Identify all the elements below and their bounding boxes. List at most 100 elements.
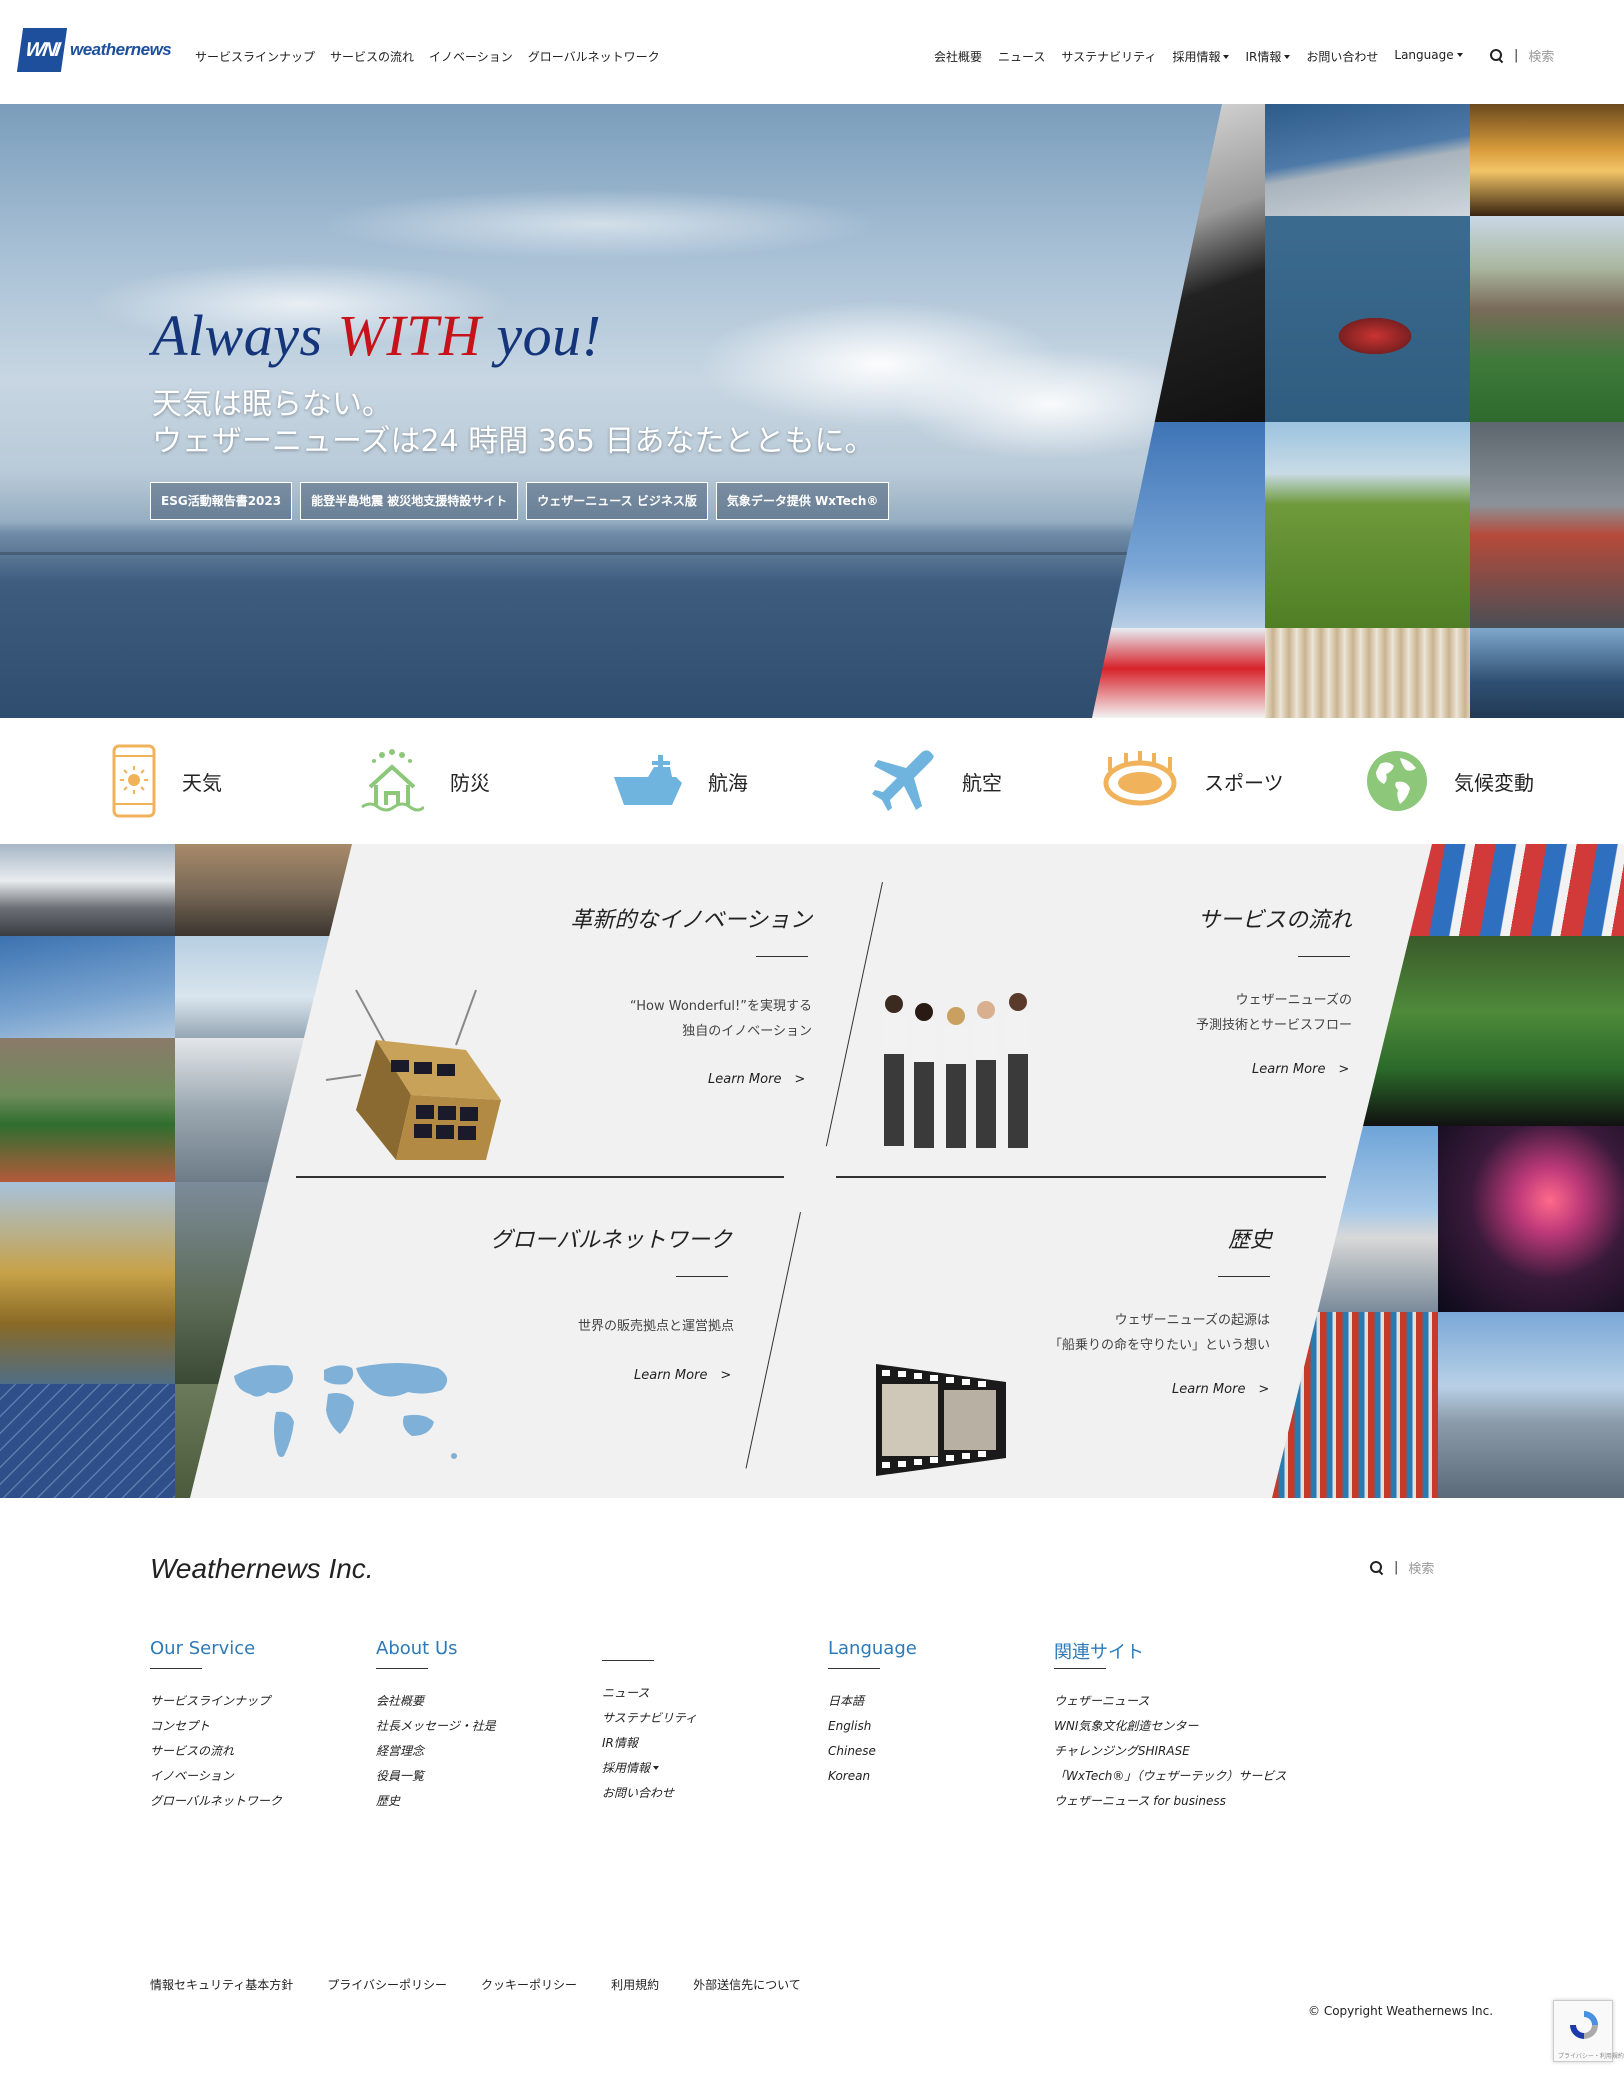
history-title[interactable]: 歴史 <box>1228 1222 1272 1254</box>
film-strip-illustration <box>876 1364 1006 1476</box>
innovation-learn-more-link[interactable]: Learn More > <box>708 1068 805 1087</box>
innovation-title[interactable]: 革新的なイノベーション <box>570 902 812 934</box>
logo-wordmark: weathernews <box>70 40 172 59</box>
horizon-line <box>0 552 1200 555</box>
history-learn-more-link[interactable]: Learn More > <box>1172 1378 1269 1397</box>
nav-news[interactable]: ニュース <box>998 48 1045 65</box>
footer-search[interactable]: | 検索 <box>1370 1558 1434 1577</box>
service-flow-learn-more-link[interactable]: Learn More > <box>1252 1058 1349 1077</box>
footer-link[interactable]: コンセプト <box>150 1714 282 1739</box>
site-footer: Weathernews Inc. | 検索 Our Service サービスライ… <box>0 1498 1624 2085</box>
category-disaster-prevention[interactable]: 防災 <box>360 748 490 814</box>
satellite-illustration <box>325 989 501 1160</box>
footer-link[interactable]: チャレンジングSHIRASE <box>1054 1739 1286 1764</box>
highway-city-photo <box>1438 1312 1624 1498</box>
nav-recruit-dropdown[interactable]: 採用情報 <box>1172 48 1229 65</box>
athletics-stadium-photo <box>0 1038 175 1182</box>
footer-link[interactable]: 歴史 <box>376 1789 496 1814</box>
footer-link[interactable]: 会社概要 <box>376 1689 496 1714</box>
recaptcha-text: プライバシー・利用規約 <box>1558 2053 1624 2060</box>
footer-lang-link[interactable]: 日本語 <box>828 1689 917 1714</box>
power-plant-photo <box>175 844 352 936</box>
category-weather[interactable]: 天気 <box>112 744 222 818</box>
footer-search-input[interactable]: 検索 <box>1408 1558 1434 1577</box>
footer-lang-link[interactable]: Chinese <box>828 1739 917 1764</box>
nav-global-network[interactable]: グローバルネットワーク <box>528 48 660 65</box>
footer-link[interactable]: グローバルネットワーク <box>150 1789 282 1814</box>
global-network-learn-more-link[interactable]: Learn More > <box>634 1364 731 1383</box>
category-sports-label: スポーツ <box>1204 770 1284 795</box>
footer-link[interactable]: ウェザーニュース for business <box>1054 1789 1286 1814</box>
weathernews-logo[interactable]: WNI weathernews <box>16 28 172 72</box>
legal-link-cookie[interactable]: クッキーポリシー <box>481 1976 577 1993</box>
footer-link[interactable]: サステナビリティ <box>602 1706 697 1731</box>
rainy-road-photo <box>1470 422 1624 628</box>
global-network-title[interactable]: グローバルネットワーク <box>490 1222 732 1254</box>
footer-link[interactable]: ニュース <box>602 1681 697 1706</box>
nav-company[interactable]: 会社概要 <box>934 48 982 65</box>
search-input[interactable]: 検索 <box>1528 46 1554 65</box>
footer-heading-related-sites[interactable]: 関連サイト <box>1054 1638 1286 1668</box>
footer-link[interactable]: サービスラインナップ <box>150 1689 282 1714</box>
service-flow-rule <box>1298 956 1350 957</box>
footer-link[interactable]: サービスの流れ <box>150 1739 282 1764</box>
footer-heading-language[interactable]: Language <box>828 1638 917 1668</box>
footer-heading-about-us[interactable]: About Us <box>376 1638 496 1668</box>
footer-link[interactable]: 社長メッセージ・社是 <box>376 1714 496 1739</box>
nav-service-lineup[interactable]: サービスラインナップ <box>195 48 315 65</box>
footer-rule <box>828 1668 880 1669</box>
oil-rig-photo <box>0 1182 175 1384</box>
nav-language-dropdown[interactable]: Language <box>1394 48 1462 65</box>
recaptcha-badge[interactable]: プライバシー・利用規約 <box>1553 2000 1624 2062</box>
nav-contact[interactable]: お問い合わせ <box>1306 48 1378 65</box>
category-marine[interactable]: 航海 <box>614 748 748 814</box>
legal-link-privacy[interactable]: プライバシーポリシー <box>327 1976 447 1993</box>
footer-link[interactable]: お問い合わせ <box>602 1781 697 1806</box>
noto-earthquake-support-button[interactable]: 能登半島地震 被災地支援特設サイト <box>300 482 519 520</box>
legal-link-external-transmission[interactable]: 外部送信先について <box>693 1976 801 1993</box>
wxtech-button[interactable]: 気象データ提供 WxTech® <box>715 482 890 520</box>
footer-lang-link[interactable]: Korean <box>828 1764 917 1789</box>
bullet-train-photo <box>0 844 175 936</box>
footer-link[interactable]: WNI気象文化創造センター <box>1054 1714 1286 1739</box>
airplane-wing-photo <box>1265 104 1470 216</box>
hero-title-you: you! <box>481 303 602 368</box>
solar-panel-photo <box>0 1384 175 1498</box>
footer-link[interactable]: 経営理念 <box>376 1739 496 1764</box>
footer-lang-link[interactable]: English <box>828 1714 917 1739</box>
footer-rule <box>376 1668 428 1669</box>
footer-link[interactable]: IR情報 <box>602 1731 697 1756</box>
cargo-ship-photo <box>1265 216 1470 422</box>
legal-link-security[interactable]: 情報セキュリティ基本方針 <box>150 1976 293 1993</box>
hero-banner: Always WITH you! 天気は眠らない。 ウェザーニューズは24 時間… <box>0 104 1624 718</box>
footer-search-icon[interactable] <box>1370 1560 1384 1575</box>
weathernews-business-button[interactable]: ウェザーニュース ビジネス版 <box>526 482 708 520</box>
innovation-text: “How Wonderful!”を実現する 独自のイノベーション <box>630 994 812 1044</box>
nav-sustainability[interactable]: サステナビリティ <box>1061 48 1156 65</box>
airplane-icon <box>872 750 934 811</box>
nav-innovation[interactable]: イノベーション <box>429 48 513 65</box>
divider: | <box>1394 1560 1399 1575</box>
snow-vehicle-photo <box>1092 628 1265 718</box>
legal-link-terms[interactable]: 利用規約 <box>611 1976 659 1993</box>
footer-link-recruit-dropdown[interactable]: 採用情報 <box>602 1756 697 1781</box>
footer-link[interactable]: ウェザーニュース <box>1054 1689 1286 1714</box>
footer-link[interactable]: イノベーション <box>150 1764 282 1789</box>
feature-panels: 革新的なイノベーション “How Wonderful!”を実現する 独自のイノベ… <box>0 844 1624 1498</box>
hero-buttons: ESG活動報告書2023 能登半島地震 被災地支援特設サイト ウェザーニュース … <box>150 482 890 520</box>
footer-col-related-sites: 関連サイト ウェザーニュース WNI気象文化創造センター チャレンジングSHIR… <box>1054 1638 1286 1814</box>
nav-ir-dropdown[interactable]: IR情報 <box>1245 48 1290 65</box>
search-icon[interactable] <box>1490 48 1504 63</box>
service-flow-title[interactable]: サービスの流れ <box>1198 902 1352 934</box>
footer-heading-our-service[interactable]: Our Service <box>150 1638 282 1668</box>
category-aviation[interactable]: 航空 <box>870 748 1002 814</box>
footer-link[interactable]: 「WxTech®」（ウェザーテック）サービス <box>1054 1764 1286 1789</box>
esg-report-button[interactable]: ESG活動報告書2023 <box>150 482 293 520</box>
factory-photo <box>1272 1126 1438 1312</box>
header-search[interactable]: | 検索 <box>1490 46 1554 65</box>
footer-link[interactable]: 役員一覧 <box>376 1764 496 1789</box>
nav-service-flow[interactable]: サービスの流れ <box>330 48 414 65</box>
global-network-rule <box>676 1276 728 1277</box>
category-sports[interactable]: スポーツ <box>1102 748 1284 814</box>
category-climate-change[interactable]: 気候変動 <box>1366 748 1534 814</box>
